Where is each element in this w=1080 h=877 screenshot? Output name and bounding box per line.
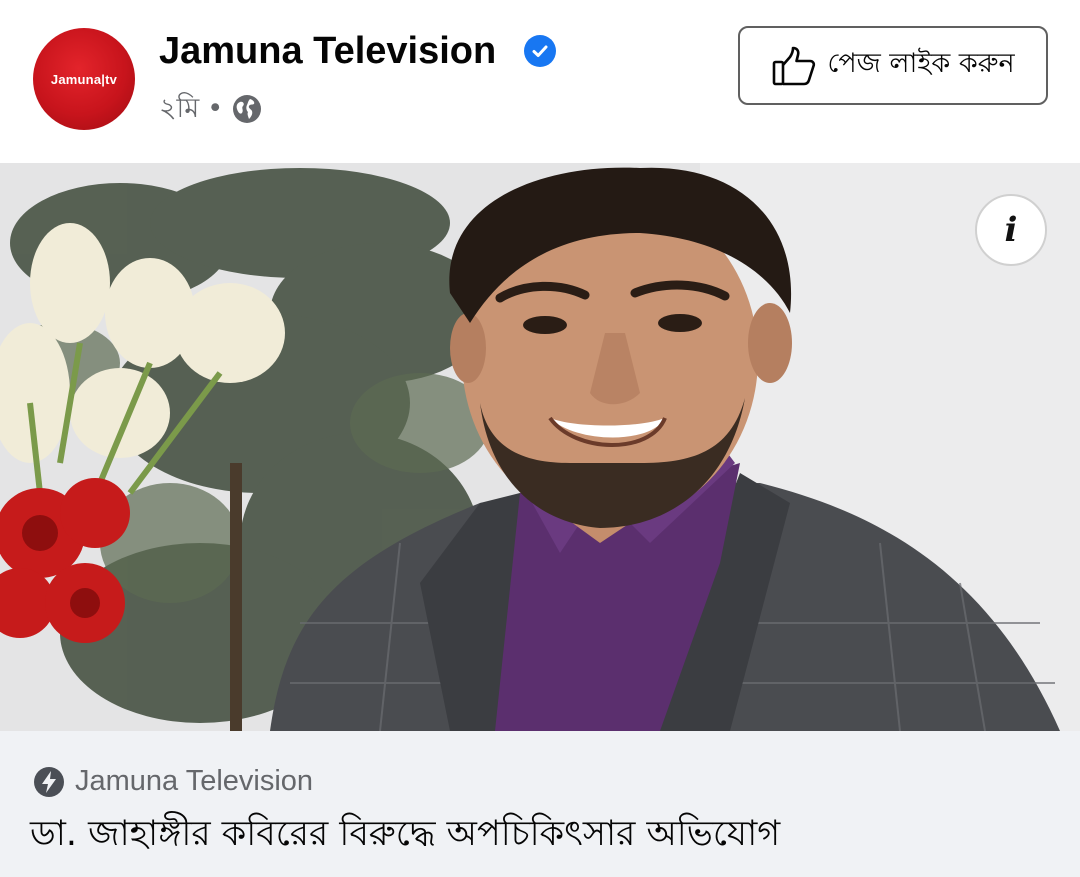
page-name-link[interactable]: Jamuna Television [159,28,496,74]
like-page-button[interactable]: পেজ লাইক করুন [738,26,1048,105]
meta-separator: • [207,93,224,124]
info-icon: i [1004,210,1018,250]
link-source-name: Jamuna Television [75,765,314,797]
thumbs-up-icon [773,46,816,85]
post-photo[interactable] [0,163,1080,731]
link-source: Jamuna Television [33,765,313,798]
info-button[interactable]: i [975,194,1047,266]
like-page-label: পেজ লাইক করুন [827,48,1015,79]
portrait-image [0,163,1080,731]
link-headline[interactable]: ডা. জাহাঙ্গীর কবিরের বিরুদ্ধে অপচিকিৎসার… [30,810,780,858]
post-meta: ২মি • [159,90,263,128]
bolt-icon [34,766,64,797]
globe-icon [231,93,263,125]
avatar-logo-text: Jamuna|tv [50,71,118,87]
post-time[interactable]: ২মি [159,90,199,128]
page-avatar[interactable]: Jamuna|tv [33,28,135,130]
post-header: Jamuna|tv Jamuna Television ২মি • পেজ লা… [0,0,1080,163]
verified-badge-icon [524,35,556,67]
